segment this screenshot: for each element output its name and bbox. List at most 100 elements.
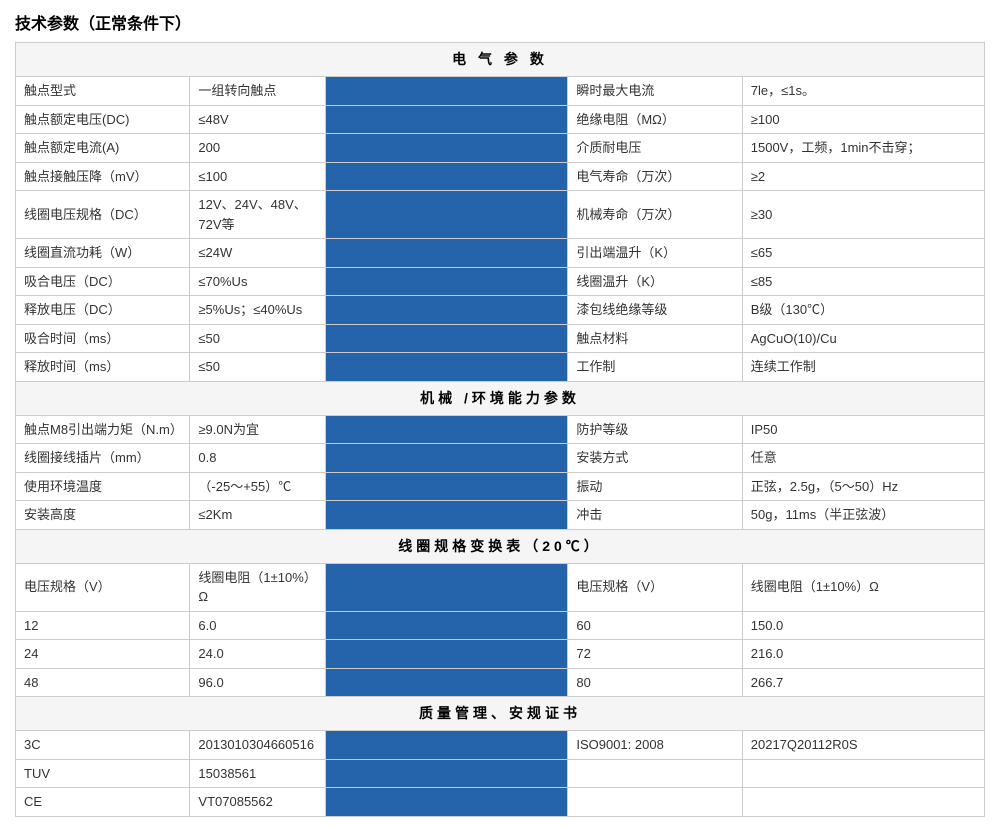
label-mounting: 安装方式	[568, 444, 742, 473]
divider	[326, 267, 568, 296]
section-header-mechanical: 机械 /环境能力参数	[16, 381, 985, 415]
divider	[326, 444, 568, 473]
table-row: 线圈电压规格（DC） 12V、24V、48V、72V等 机械寿命（万次） ≥30	[16, 191, 985, 239]
section-title-coil: 线圈规格变换表（20℃）	[16, 529, 985, 563]
value-coil-power: ≤24W	[190, 239, 326, 268]
table-row: 线圈接线插片（mm） 0.8 安装方式 任意	[16, 444, 985, 473]
coil-header-v2: 电压规格（V）	[568, 563, 742, 611]
value-pickup-time: ≤50	[190, 324, 326, 353]
coil-header-r1: 线圈电阻（1±10%）Ω	[190, 563, 326, 611]
value-insulation-class: B级（130℃）	[742, 296, 984, 325]
value-electrical-life: ≥2	[742, 162, 984, 191]
coil-r1-row3: 96.0	[190, 668, 326, 697]
label-release-voltage: 释放电压（DC）	[16, 296, 190, 325]
label-terminal-temp-rise: 引出端温升（K）	[568, 239, 742, 268]
section-title-electrical: 电 气 参 数	[16, 43, 985, 77]
label-pickup-time: 吸合时间（ms）	[16, 324, 190, 353]
value-release-time: ≤50	[190, 353, 326, 382]
main-title: 技术参数（正常条件下）	[15, 10, 985, 34]
divider	[326, 563, 568, 611]
divider	[326, 296, 568, 325]
value-install-height: ≤2Km	[190, 501, 326, 530]
value-dielectric-voltage: 1500V，工频，1min不击穿；	[742, 134, 984, 163]
label-coil-temp-rise: 线圈温升（K）	[568, 267, 742, 296]
label-rated-voltage: 触点额定电压(DC)	[16, 105, 190, 134]
divider	[326, 134, 568, 163]
divider	[326, 472, 568, 501]
coil-table-header: 电压规格（V） 线圈电阻（1±10%）Ω 电压规格（V） 线圈电阻（1±10%）…	[16, 563, 985, 611]
value-contact-drop: ≤100	[190, 162, 326, 191]
label-vibration: 振动	[568, 472, 742, 501]
divider	[326, 105, 568, 134]
label-release-time: 释放时间（ms）	[16, 353, 190, 382]
table-row: 触点接触压降（mV） ≤100 电气寿命（万次） ≥2	[16, 162, 985, 191]
divider	[326, 731, 568, 760]
table-row: 48 96.0 80 266.7	[16, 668, 985, 697]
divider	[326, 191, 568, 239]
cert-value-tuv: 15038561	[190, 759, 326, 788]
value-torque: ≥9.0N为宜	[190, 415, 326, 444]
table-row: 释放电压（DC） ≥5%Us；≤40%Us 漆包线绝缘等级 B级（130℃）	[16, 296, 985, 325]
coil-v2-row1: 60	[568, 611, 742, 640]
coil-r2-row1: 150.0	[742, 611, 984, 640]
label-coil-connector: 线圈接线插片（mm）	[16, 444, 190, 473]
table-row: 24 24.0 72 216.0	[16, 640, 985, 669]
divider	[326, 162, 568, 191]
table-row: 12 6.0 60 150.0	[16, 611, 985, 640]
value-rated-voltage: ≤48V	[190, 105, 326, 134]
value-insulation-resistance: ≥100	[742, 105, 984, 134]
value-mounting: 任意	[742, 444, 984, 473]
divider	[326, 788, 568, 817]
label-contact-type: 触点型式	[16, 77, 190, 106]
label-contact-material: 触点材料	[568, 324, 742, 353]
value-protection-level: IP50	[742, 415, 984, 444]
cert-value-ce: VT07085562	[190, 788, 326, 817]
label-mechanical-life: 机械寿命（万次）	[568, 191, 742, 239]
divider	[326, 324, 568, 353]
label-max-current: 瞬时最大电流	[568, 77, 742, 106]
value-shock: 50g，11ms（半正弦波）	[742, 501, 984, 530]
coil-v2-row2: 72	[568, 640, 742, 669]
label-duty-cycle: 工作制	[568, 353, 742, 382]
label-shock: 冲击	[568, 501, 742, 530]
cert-label-iso: ISO9001: 2008	[568, 731, 742, 760]
section-header-electrical: 电 气 参 数	[16, 43, 985, 77]
label-protection-level: 防护等级	[568, 415, 742, 444]
value-vibration: 正弦，2.5g，（5～50）Hz	[742, 472, 984, 501]
value-coil-temp-rise: ≤85	[742, 267, 984, 296]
value-terminal-temp-rise: ≤65	[742, 239, 984, 268]
table-row: 触点型式 一组转向触点 瞬时最大电流 7le，≤1s。	[16, 77, 985, 106]
label-coil-voltage-spec: 线圈电压规格（DC）	[16, 191, 190, 239]
divider	[326, 501, 568, 530]
label-rated-current: 触点额定电流(A)	[16, 134, 190, 163]
coil-v1-row3: 48	[16, 668, 190, 697]
coil-v1-row1: 12	[16, 611, 190, 640]
table-row: 触点M8引出端力矩（N.m） ≥9.0N为宜 防护等级 IP50	[16, 415, 985, 444]
label-coil-power: 线圈直流功耗（W）	[16, 239, 190, 268]
coil-r1-row2: 24.0	[190, 640, 326, 669]
value-contact-type: 一组转向触点	[190, 77, 326, 106]
divider	[326, 668, 568, 697]
value-ambient-temp: （-25～+55）℃	[190, 472, 326, 501]
coil-r2-row3: 266.7	[742, 668, 984, 697]
value-max-current: 7le，≤1s。	[742, 77, 984, 106]
table-row: TUV 15038561	[16, 759, 985, 788]
section-title-mechanical: 机械 /环境能力参数	[16, 381, 985, 415]
section-header-coil: 线圈规格变换表（20℃）	[16, 529, 985, 563]
value-duty-cycle: 连续工作制	[742, 353, 984, 382]
label-torque: 触点M8引出端力矩（N.m）	[16, 415, 190, 444]
coil-header-r2: 线圈电阻（1±10%）Ω	[742, 563, 984, 611]
table-row: 安装高度 ≤2Km 冲击 50g，11ms（半正弦波）	[16, 501, 985, 530]
value-coil-connector: 0.8	[190, 444, 326, 473]
divider	[326, 415, 568, 444]
label-insulation-resistance: 绝缘电阻（MΩ）	[568, 105, 742, 134]
spec-table: 电 气 参 数 触点型式 一组转向触点 瞬时最大电流 7le，≤1s。 触点额定…	[15, 42, 985, 817]
value-pickup-voltage: ≤70%Us	[190, 267, 326, 296]
section-title-cert: 质量管理、安规证书	[16, 697, 985, 731]
cert-value-tuv-right	[742, 759, 984, 788]
coil-v2-row3: 80	[568, 668, 742, 697]
coil-r1-row1: 6.0	[190, 611, 326, 640]
divider	[326, 611, 568, 640]
divider	[326, 640, 568, 669]
coil-r2-row2: 216.0	[742, 640, 984, 669]
